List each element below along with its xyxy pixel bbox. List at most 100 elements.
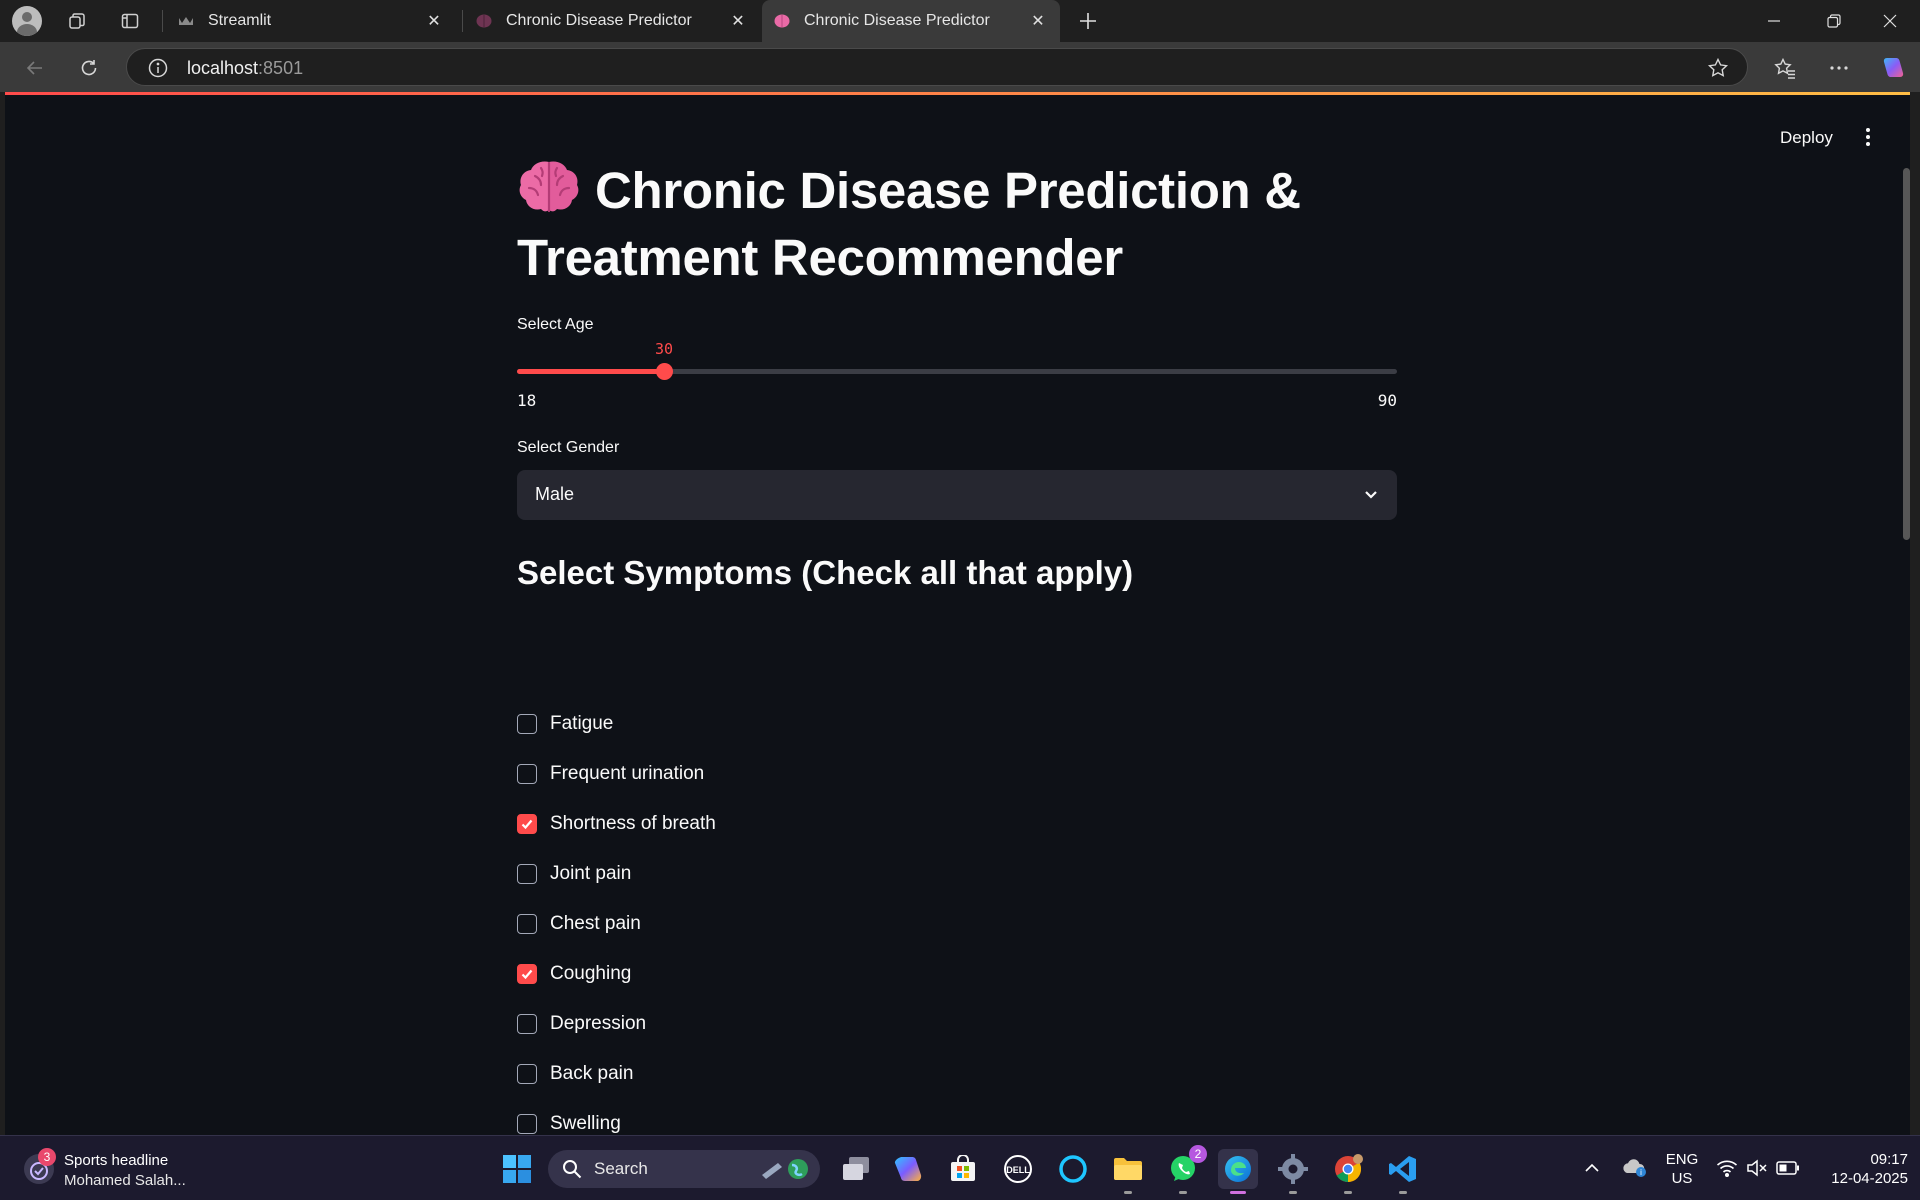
close-tab-icon[interactable]: ✕ (1028, 11, 1048, 31)
copilot-app-icon[interactable] (888, 1149, 928, 1189)
back-icon[interactable] (19, 52, 51, 84)
taskbar-search[interactable]: Search (548, 1150, 820, 1188)
symptom-checkbox[interactable]: Joint pain (517, 859, 631, 889)
brain-favicon-icon (476, 13, 492, 29)
tab-title: Streamlit (208, 12, 272, 29)
tab-streamlit[interactable]: Streamlit ✕ (166, 0, 456, 42)
svg-text:i: i (1640, 1168, 1642, 1177)
news-badge: 3 (38, 1148, 56, 1166)
close-tab-icon[interactable]: ✕ (424, 11, 444, 31)
deploy-button[interactable]: Deploy (1780, 128, 1833, 148)
symptom-label: Back pain (550, 1063, 634, 1084)
microsoft-store-icon[interactable] (943, 1149, 983, 1189)
whatsapp-badge: 2 (1189, 1145, 1207, 1163)
news-subtitle: Mohamed Salah... (64, 1172, 186, 1189)
volume-muted-icon[interactable] (1746, 1158, 1768, 1183)
task-view-icon[interactable] (836, 1149, 876, 1189)
taskbar: 3 Sports headline Mohamed Salah... Searc… (0, 1135, 1920, 1200)
page-title: Chronic Disease Prediction & Treatment R… (517, 157, 1397, 291)
tab-title: Chronic Disease Predictor (804, 12, 990, 29)
url-text[interactable]: localhost:8501 (187, 58, 303, 79)
favorites-icon[interactable] (1769, 52, 1801, 84)
whatsapp-icon[interactable]: 2 (1163, 1145, 1207, 1194)
news-widget[interactable]: 3 Sports headline Mohamed Salah... (24, 1148, 224, 1190)
symptom-checkbox[interactable]: Depression (517, 1009, 646, 1039)
checkbox-checked-icon[interactable] (517, 964, 537, 984)
battery-icon[interactable] (1776, 1159, 1800, 1182)
restore-icon[interactable] (1806, 0, 1862, 42)
checkbox-unchecked-icon[interactable] (517, 714, 537, 734)
browser-toolbar: localhost:8501 (0, 42, 1920, 92)
gender-select-value: Male (535, 484, 575, 504)
close-window-icon[interactable] (1862, 0, 1918, 42)
age-slider-thumb[interactable] (656, 363, 673, 380)
symptom-label: Fatigue (550, 713, 614, 734)
main-menu-icon[interactable] (1861, 124, 1875, 150)
symptom-checkbox[interactable]: Shortness of breath (517, 809, 716, 839)
news-title: Sports headline (64, 1152, 169, 1169)
symptom-label: Swelling (550, 1113, 621, 1134)
show-hidden-icons-icon[interactable] (1582, 1158, 1602, 1183)
brain-icon (517, 158, 581, 214)
vertical-tabs-icon[interactable] (115, 6, 145, 36)
clock[interactable]: 09:17 12-04-2025 (1812, 1150, 1908, 1188)
start-button[interactable] (497, 1149, 537, 1189)
checkbox-unchecked-icon[interactable] (517, 1064, 537, 1084)
workspaces-icon[interactable] (62, 6, 92, 36)
edge-browser-icon[interactable] (1218, 1149, 1258, 1194)
symptom-checkbox[interactable]: Fatigue (517, 709, 613, 739)
checkbox-unchecked-icon[interactable] (517, 914, 537, 934)
search-highlight-icon (758, 1157, 810, 1186)
search-icon (562, 1159, 582, 1184)
age-label: Select Age (517, 316, 594, 333)
streamlit-favicon-icon (178, 13, 194, 29)
alexa-icon[interactable] (1053, 1149, 1093, 1189)
symptom-checkbox[interactable]: Swelling (517, 1109, 621, 1135)
age-slider-value: 30 (655, 340, 674, 358)
symptom-label: Depression (550, 1013, 647, 1034)
new-tab-icon[interactable] (1073, 6, 1103, 36)
more-options-icon[interactable] (1823, 52, 1855, 84)
input-language[interactable]: ENG US (1663, 1150, 1701, 1188)
favorite-star-icon[interactable] (1707, 57, 1729, 79)
copilot-icon[interactable] (1876, 52, 1908, 84)
symptom-checkbox[interactable]: Coughing (517, 959, 631, 989)
gender-label: Select Gender (517, 439, 620, 456)
header-decoration (5, 92, 1910, 95)
site-info-icon[interactable] (147, 57, 169, 79)
address-bar[interactable]: localhost:8501 (126, 48, 1748, 86)
symptoms-heading: Select Symptoms (Check all that apply) (517, 554, 1134, 591)
dell-icon[interactable]: DELL (998, 1149, 1038, 1189)
checkbox-unchecked-icon[interactable] (517, 864, 537, 884)
brain-favicon-icon (774, 13, 790, 29)
age-slider[interactable] (517, 363, 1397, 380)
gender-select[interactable]: Male (517, 470, 1397, 520)
profile-avatar[interactable] (12, 6, 42, 36)
file-explorer-icon[interactable] (1108, 1149, 1148, 1194)
symptom-checkbox[interactable]: Back pain (517, 1059, 633, 1089)
close-tab-icon[interactable]: ✕ (728, 11, 748, 31)
reload-icon[interactable] (73, 52, 105, 84)
search-placeholder: Search (594, 1159, 648, 1178)
tab-chronic-disease-2[interactable]: Chronic Disease Predictor ✕ (762, 0, 1060, 42)
checkbox-unchecked-icon[interactable] (517, 1014, 537, 1034)
settings-gear-icon[interactable] (1273, 1149, 1313, 1194)
checkbox-unchecked-icon[interactable] (517, 1114, 537, 1134)
checkbox-unchecked-icon[interactable] (517, 764, 537, 784)
symptom-checkbox[interactable]: Frequent urination (517, 759, 704, 789)
tab-chronic-disease-1[interactable]: Chronic Disease Predictor ✕ (464, 0, 760, 42)
tab-title: Chronic Disease Predictor (506, 12, 692, 29)
symptom-checkbox[interactable]: Chest pain (517, 909, 641, 939)
onedrive-icon[interactable]: i (1621, 1156, 1647, 1183)
minimize-icon[interactable] (1746, 0, 1802, 42)
svg-text:DELL: DELL (1006, 1165, 1030, 1175)
wifi-icon[interactable] (1716, 1158, 1738, 1183)
chrome-icon[interactable] (1328, 1149, 1368, 1194)
streamlit-app: Deploy Chronic Disease Prediction & Trea… (5, 92, 1910, 1135)
page-scrollbar[interactable] (1903, 168, 1910, 540)
vscode-icon[interactable] (1383, 1149, 1423, 1194)
checkbox-checked-icon[interactable] (517, 814, 537, 834)
symptom-label: Joint pain (550, 863, 632, 884)
symptom-label: Frequent urination (550, 763, 705, 784)
symptom-label: Chest pain (550, 913, 641, 934)
